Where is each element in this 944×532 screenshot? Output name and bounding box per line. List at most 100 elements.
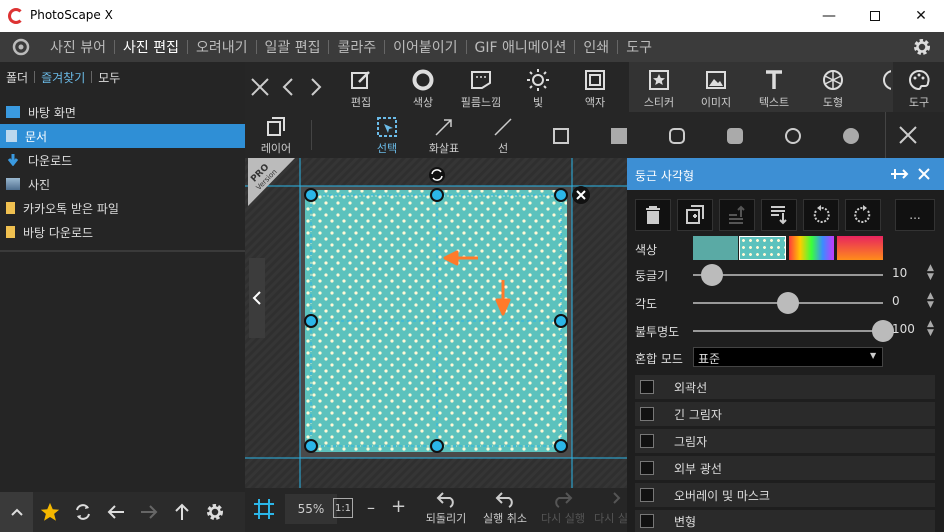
opacity-slider[interactable] [693,330,883,332]
revert-button[interactable]: 되돌리기 [423,490,469,526]
more-options-button[interactable]: ... [895,199,935,231]
maximize-button[interactable] [852,0,898,32]
tool-arrow[interactable]: 화살표 [423,116,465,156]
nav-photo-viewer[interactable]: 사진 뷰어 [42,37,114,57]
blend-mode-select[interactable]: 표준 ▼ [693,347,883,367]
undo-button[interactable]: 실행 취소 [481,490,529,526]
rounded-square-filled-icon[interactable] [727,128,743,144]
folder-item-kakaotalk[interactable]: 카카오톡 받은 파일 [0,196,245,220]
tool-light[interactable]: 빛 [521,68,555,110]
tool-frame[interactable]: 액자 [577,68,613,110]
shadow-checkbox[interactable] [640,434,654,448]
tool-select[interactable]: 선택 [369,116,405,156]
nav-tools[interactable]: 도구 [618,37,660,57]
tab-folders[interactable]: 폴더 [0,69,34,86]
rounded-square-outline-icon[interactable] [669,128,685,144]
opacity-value[interactable]: 100 [892,322,915,336]
square-filled-icon[interactable] [611,128,627,144]
back-arrow-icon[interactable] [99,492,132,532]
minimize-button[interactable]: — [806,0,852,32]
forward-arrow-icon[interactable] [132,492,165,532]
color-swatch-gradient[interactable] [789,236,834,260]
tool-edit[interactable]: 편집 [341,68,381,110]
tool-line[interactable]: 선 [485,116,521,156]
send-back-button[interactable] [761,199,797,231]
color-swatch-solid[interactable] [693,236,738,260]
tool-image[interactable]: 이미지 [695,68,737,110]
folder-item-pictures[interactable]: 사진 [0,172,245,196]
zoom-in-button[interactable]: + [391,496,406,517]
close-panel-icon[interactable] [917,167,931,181]
tool-film[interactable]: 필름느낌 [457,68,505,110]
opacity-stepper-icon[interactable]: ▲ ▼ [927,320,934,338]
home-icon[interactable] [0,38,42,56]
shadow-option[interactable]: 그림자 [635,429,935,453]
duplicate-button[interactable] [677,199,713,231]
transform-checkbox[interactable] [640,514,654,528]
angle-stepper-icon[interactable]: ▲ ▼ [927,292,934,310]
tool-sticker[interactable]: 스티커 [635,68,683,110]
prev-icon[interactable] [281,76,295,98]
rotate-left-button[interactable] [803,199,839,231]
roundness-slider-knob[interactable] [701,264,723,286]
nav-collage[interactable]: 콜라주 [329,37,384,57]
overlay-mask-checkbox[interactable] [640,488,654,502]
zoom-level[interactable]: 55% [285,494,337,524]
settings-gear-icon[interactable] [900,37,944,57]
folder-item-desktop-downloads[interactable]: 바탕 다운로드 [0,220,245,244]
color-swatch-gradient-warm[interactable] [837,236,883,260]
nav-cut-out[interactable]: 오려내기 [188,37,256,57]
nav-print[interactable]: 인쇄 [575,37,617,57]
grid-icon[interactable] [253,498,275,520]
rotate-right-button[interactable] [845,199,881,231]
canvas-area[interactable]: PRO Version [245,158,627,488]
next-icon[interactable] [309,76,323,98]
folder-item-downloads[interactable]: 다운로드 [0,148,245,172]
redo-all-button[interactable]: 다시 실 [595,490,627,526]
nav-gif[interactable]: GIF 애니메이션 [467,37,575,57]
tool-shape[interactable]: 도형 [813,68,853,110]
tool-color[interactable]: 색상 [401,68,445,110]
settings-icon[interactable] [198,492,231,532]
collapse-up-icon[interactable] [0,492,33,532]
outer-glow-option[interactable]: 외부 광선 [635,456,935,480]
close-icon[interactable] [249,76,271,98]
roundness-stepper-icon[interactable]: ▲ ▼ [927,264,934,282]
circle-outline-icon[interactable] [785,128,801,144]
opacity-slider-knob[interactable] [872,320,894,342]
folder-item-documents[interactable]: 문서 [0,124,245,148]
tab-favorites[interactable]: 즐겨찾기 [35,69,91,86]
delete-button[interactable] [635,199,671,231]
folder-item-desktop[interactable]: 바탕 화면 [0,100,245,124]
long-shadow-option[interactable]: 긴 그림자 [635,402,935,426]
tool-layers[interactable]: 레이어 [255,116,297,156]
tool-palette[interactable]: 도구 [897,68,941,110]
outline-option[interactable]: 외곽선 [635,375,935,399]
tool-text[interactable]: 텍스트 [753,68,795,110]
circle-filled-icon[interactable] [843,128,859,144]
transform-option[interactable]: 변형 [635,510,935,532]
actual-size-button[interactable]: 1:1 [333,498,353,518]
square-outline-icon[interactable] [553,128,569,144]
color-swatch-pattern[interactable] [739,236,786,260]
roundness-value[interactable]: 10 [892,266,907,280]
redo-button[interactable]: 다시 실행 [539,490,587,526]
close-window-button[interactable]: ✕ [898,0,944,32]
star-favorite-icon[interactable] [33,492,66,532]
tab-all[interactable]: 모두 [92,69,126,86]
nav-combine[interactable]: 이어붙이기 [385,37,465,57]
refresh-icon[interactable] [66,492,99,532]
nav-photo-editor[interactable]: 사진 편집 [115,37,187,57]
close-shape-icon[interactable] [897,124,919,146]
zoom-out-button[interactable]: – [367,498,375,517]
up-arrow-icon[interactable] [165,492,198,532]
tool-overflow[interactable] [881,68,891,108]
pin-icon[interactable] [889,167,909,181]
long-shadow-checkbox[interactable] [640,407,654,421]
bring-front-button[interactable] [719,199,755,231]
nav-batch[interactable]: 일괄 편집 [257,37,329,57]
outline-checkbox[interactable] [640,380,654,394]
angle-value[interactable]: 0 [892,294,900,308]
angle-slider-knob[interactable] [777,292,799,314]
outer-glow-checkbox[interactable] [640,461,654,475]
